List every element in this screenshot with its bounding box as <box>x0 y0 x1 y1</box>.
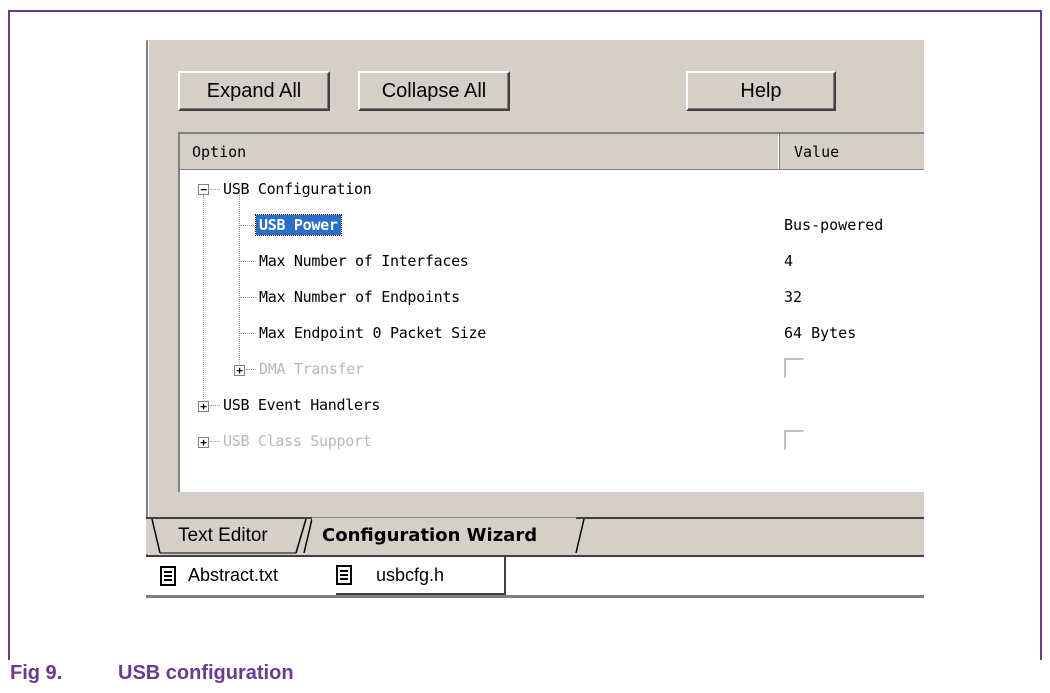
tree-row-dma-transfer[interactable]: + DMA Transfer <box>180 354 924 384</box>
tree-label: USB Class Support <box>223 432 372 450</box>
expand-toggle-icon[interactable]: + <box>198 437 209 448</box>
tree-row-max-endpoints[interactable]: Max Number of Endpoints 32 <box>180 282 924 312</box>
usb-class-support-checkbox[interactable] <box>784 430 804 450</box>
expand-all-button[interactable]: Expand All <box>178 71 330 111</box>
tree-value[interactable]: Bus-powered <box>784 216 883 234</box>
file-tab-abstract[interactable]: Abstract.txt <box>160 557 278 594</box>
tree-header: Option Value <box>180 134 924 170</box>
figure-frame-top <box>8 10 1042 12</box>
tree-value[interactable]: 4 <box>784 252 793 270</box>
figure-frame-left <box>8 10 10 660</box>
tree-label: Max Number of Interfaces <box>259 252 469 270</box>
tree-value[interactable]: 64 Bytes <box>784 324 856 342</box>
tab-text-editor[interactable]: Text Editor <box>178 525 268 547</box>
tree-row-usb-event-handlers[interactable]: + USB Event Handlers <box>180 390 924 420</box>
tree-row-usb-configuration[interactable]: − USB Configuration <box>180 174 924 204</box>
figure-number: Fig 9. <box>10 662 63 684</box>
tree-row-max-packet-size[interactable]: Max Endpoint 0 Packet Size 64 Bytes <box>180 318 924 348</box>
editor-tab-bar: Text Editor Configuration Wizard <box>146 517 924 554</box>
text-file-icon <box>336 565 352 585</box>
tree-label: DMA Transfer <box>259 360 364 378</box>
tree-label: Max Endpoint 0 Packet Size <box>259 324 487 342</box>
expand-toggle-icon[interactable]: + <box>198 401 209 412</box>
file-tab-label: Abstract.txt <box>188 565 279 585</box>
tree-value[interactable]: 32 <box>784 288 802 306</box>
ide-screenshot: Expand All Collapse All Help Option Valu… <box>146 40 924 658</box>
file-tab-label: usbcfg.h <box>376 564 445 585</box>
expand-toggle-icon[interactable]: + <box>234 365 245 376</box>
tree-label-selected: USB Power <box>255 214 342 236</box>
help-button[interactable]: Help <box>686 71 836 111</box>
dma-transfer-checkbox[interactable] <box>784 358 804 378</box>
column-header-option[interactable]: Option <box>180 134 780 169</box>
tree-row-usb-power[interactable]: USB Power Bus-powered <box>180 210 924 240</box>
column-header-value[interactable]: Value <box>780 134 924 169</box>
tree-label: USB Event Handlers <box>223 396 381 414</box>
options-tree: Option Value − USB Configuration USB Pow… <box>178 132 924 492</box>
tab-configuration-wizard[interactable]: Configuration Wizard <box>322 525 537 546</box>
tree-label: Max Number of Endpoints <box>259 288 460 306</box>
figure-title: USB configuration <box>118 662 294 684</box>
file-tab-bar: Abstract.txt usbcfg.h <box>146 555 924 595</box>
tree-row-max-interfaces[interactable]: Max Number of Interfaces 4 <box>180 246 924 276</box>
figure-caption: Fig 9. USB configuration <box>10 662 294 685</box>
text-file-icon <box>160 565 176 586</box>
collapse-toggle-icon[interactable]: − <box>198 184 209 195</box>
tree-label: USB Configuration <box>223 180 372 198</box>
tree-row-usb-class-support[interactable]: + USB Class Support <box>180 426 924 456</box>
collapse-all-button[interactable]: Collapse All <box>358 71 510 111</box>
figure-frame-right <box>1040 10 1042 660</box>
file-tab-usbcfg[interactable]: usbcfg.h <box>336 557 506 595</box>
